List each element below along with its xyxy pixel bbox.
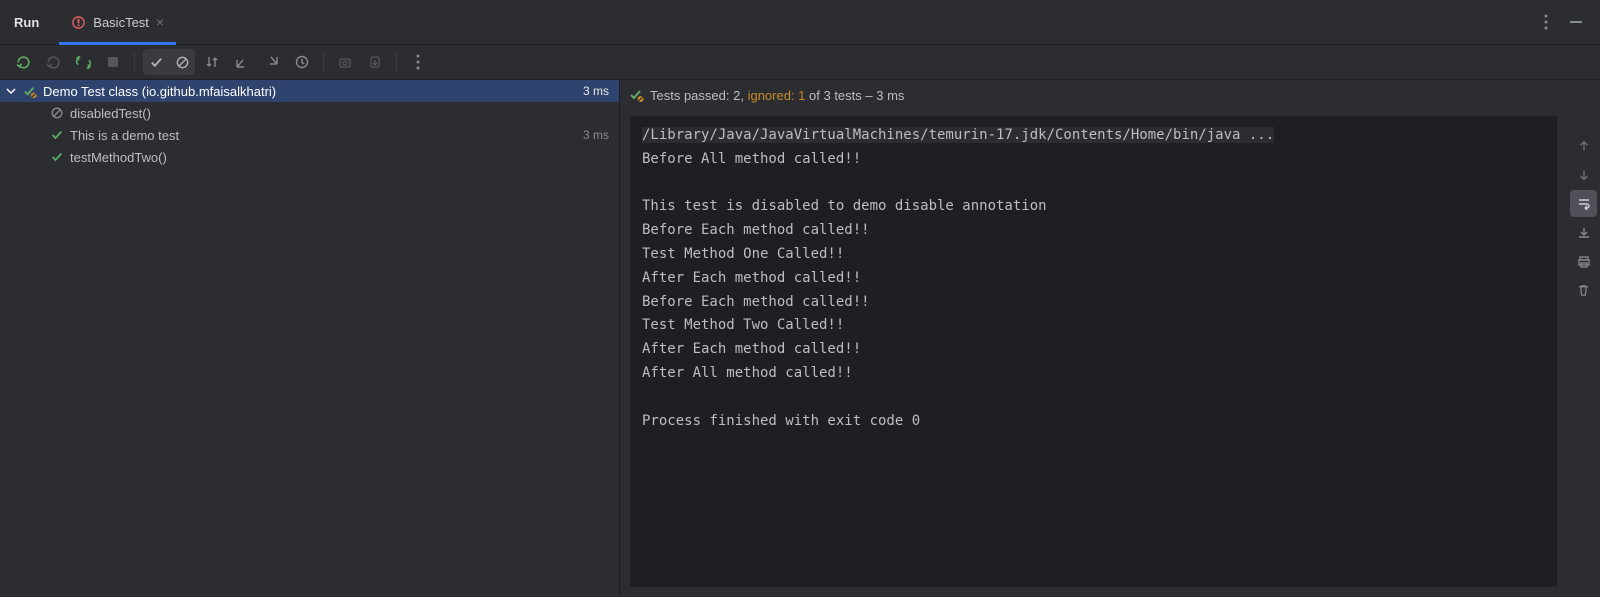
down-arrow-icon[interactable] — [1570, 161, 1597, 188]
check-icon — [50, 128, 64, 142]
toolbar-separator — [396, 52, 397, 72]
toggle-autotest-icon[interactable] — [70, 49, 96, 75]
more-icon[interactable] — [1544, 14, 1568, 30]
ignored-icon — [50, 106, 64, 120]
console-line: After Each method called!! — [642, 341, 861, 357]
sort-icon[interactable] — [199, 49, 225, 75]
run-config-icon — [71, 15, 86, 30]
rerun-failed-icon[interactable] — [40, 49, 66, 75]
console-gutter — [1567, 80, 1600, 597]
console-line: Process finished with exit code 0 — [642, 413, 920, 429]
ignored-count: ignored: 1 — [748, 88, 806, 103]
console-line: Test Method One Called!! — [642, 246, 844, 262]
console-line: Before Each method called!! — [642, 222, 870, 238]
header: Run BasicTest × — [0, 0, 1600, 45]
chevron-down-icon[interactable] — [6, 86, 16, 96]
show-passed-icon[interactable] — [143, 49, 169, 75]
tree-item-time: 3 ms — [583, 128, 613, 142]
pass-badge-icon — [22, 84, 37, 99]
pass-ignore-toggle — [143, 49, 195, 75]
tree-item-label: testMethodTwo() — [70, 150, 167, 165]
main-area: Demo Test class (io.github.mfaisalkhatri… — [0, 80, 1600, 597]
tree-root-time: 3 ms — [583, 84, 613, 98]
output-pane: Tests passed: 2, ignored: 1 of 3 tests –… — [620, 80, 1567, 597]
pass-badge-icon — [628, 87, 644, 103]
tree-item-disabled[interactable]: disabledTest() — [0, 102, 619, 124]
minimize-icon[interactable] — [1568, 14, 1592, 30]
trash-icon[interactable] — [1570, 277, 1597, 304]
console-line: Before Each method called!! — [642, 294, 870, 310]
tree-item-label: disabledTest() — [70, 106, 151, 121]
toolbar-separator — [134, 52, 135, 72]
tree-item-label: This is a demo test — [70, 128, 179, 143]
toolbar — [0, 45, 1600, 80]
check-icon — [50, 150, 64, 164]
tree-root[interactable]: Demo Test class (io.github.mfaisalkhatri… — [0, 80, 619, 102]
tree-root-label: Demo Test class (io.github.mfaisalkhatri… — [43, 84, 276, 99]
console-line: After All method called!! — [642, 365, 853, 381]
rerun-icon[interactable] — [10, 49, 36, 75]
history-icon[interactable] — [289, 49, 315, 75]
stop-icon[interactable] — [100, 49, 126, 75]
import-icon[interactable] — [332, 49, 358, 75]
close-icon[interactable]: × — [156, 14, 164, 30]
test-tree[interactable]: Demo Test class (io.github.mfaisalkhatri… — [0, 80, 620, 597]
console-output[interactable]: /Library/Java/JavaVirtualMachines/temuri… — [630, 116, 1557, 587]
up-arrow-icon[interactable] — [1570, 132, 1597, 159]
soft-wrap-icon[interactable] — [1570, 190, 1597, 217]
tree-item-method-two[interactable]: testMethodTwo() — [0, 146, 619, 168]
tab-label: BasicTest — [93, 15, 149, 30]
tab-basictest[interactable]: BasicTest × — [59, 0, 176, 44]
expand-all-icon[interactable] — [229, 49, 255, 75]
print-icon[interactable] — [1570, 248, 1597, 275]
toolbar-separator — [323, 52, 324, 72]
summary-text: Tests passed: 2, ignored: 1 of 3 tests –… — [650, 88, 904, 103]
console-line: Test Method Two Called!! — [642, 317, 844, 333]
collapse-all-icon[interactable] — [259, 49, 285, 75]
panel-title: Run — [14, 15, 39, 30]
console-line: After Each method called!! — [642, 270, 861, 286]
console-line: Before All method called!! — [642, 151, 861, 167]
toolbar-more-icon[interactable] — [405, 49, 431, 75]
console-line: This test is disabled to demo disable an… — [642, 198, 1047, 214]
console-cmdline: /Library/Java/JavaVirtualMachines/temuri… — [642, 127, 1274, 143]
test-summary: Tests passed: 2, ignored: 1 of 3 tests –… — [620, 80, 1567, 110]
scroll-to-end-icon[interactable] — [1570, 219, 1597, 246]
show-ignored-icon[interactable] — [169, 49, 195, 75]
export-icon[interactable] — [362, 49, 388, 75]
tree-item-demo[interactable]: This is a demo test 3 ms — [0, 124, 619, 146]
